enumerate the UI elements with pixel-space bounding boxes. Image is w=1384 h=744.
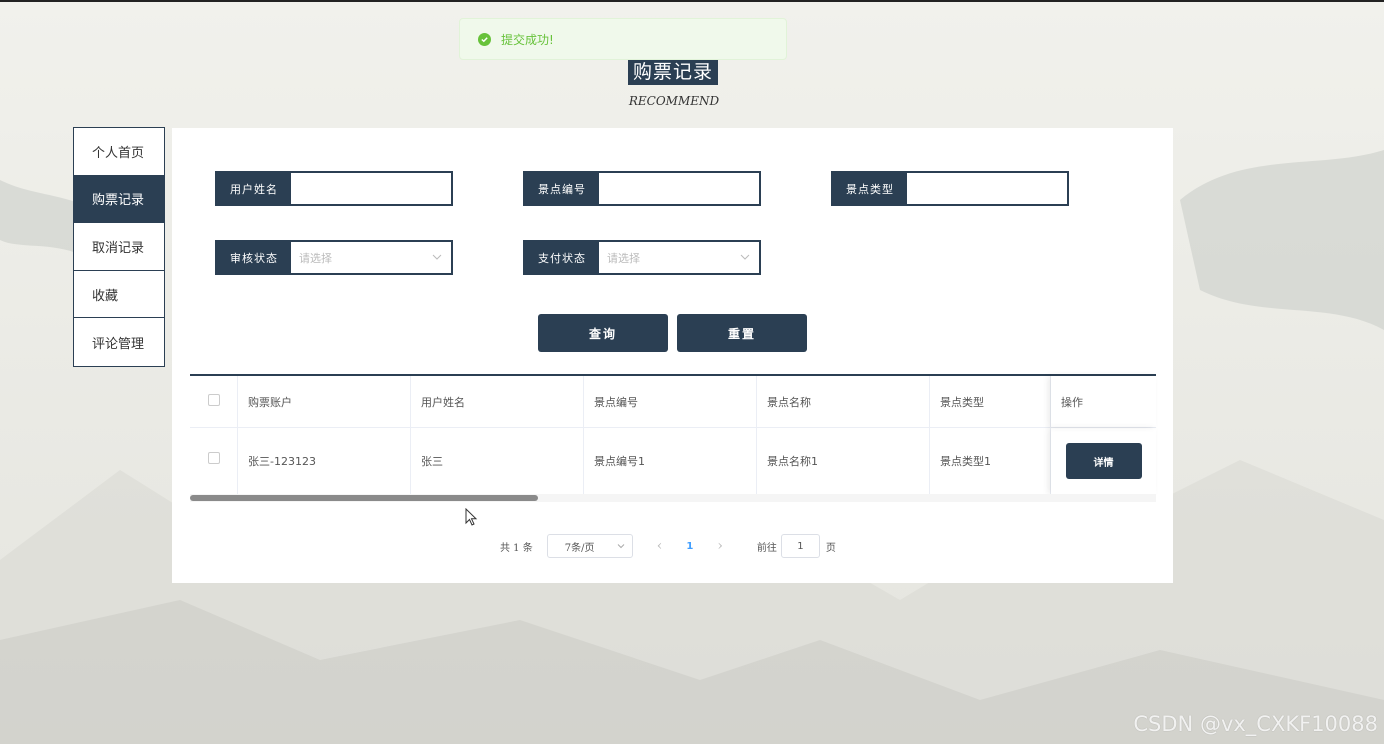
mouse-cursor-icon (465, 508, 478, 526)
table-header-row: 购票账户 用户姓名 景点编号 景点名称 景点类型 操作 (190, 376, 1156, 428)
reset-button[interactable]: 重置 (677, 314, 807, 352)
cell-account: 张三-123123 (238, 428, 411, 494)
page-subtitle: RECOMMEND (628, 94, 720, 108)
spot-number-label: 景点编号 (525, 173, 599, 204)
menu-item-cancel-records[interactable]: 取消记录 (74, 223, 164, 271)
review-status-select[interactable]: 请选择 (291, 242, 451, 273)
chevron-down-icon (432, 254, 442, 260)
row-select-cell (190, 428, 238, 494)
page-size-value: 7条/页 (564, 542, 595, 554)
table-horizontal-scrollbar[interactable] (190, 494, 1156, 502)
payment-status-select[interactable]: 请选择 (599, 242, 759, 273)
toast-message: 提交成功! (501, 32, 554, 47)
menu-item-home[interactable]: 个人首页 (74, 128, 164, 176)
page-number-current[interactable]: 1 (686, 541, 693, 552)
user-name-input[interactable] (291, 173, 451, 204)
header-spot-type: 景点类型 (930, 376, 1051, 427)
payment-status-label: 支付状态 (525, 242, 599, 273)
goto-page: 前往 1 页 (757, 534, 836, 558)
query-button[interactable]: 查询 (538, 314, 668, 352)
goto-label: 前往 (756, 542, 777, 554)
window-top-border (0, 0, 1384, 2)
chevron-down-icon (740, 254, 750, 260)
success-toast: 提交成功! (459, 18, 787, 60)
page-size-select[interactable]: 7条/页 (546, 534, 633, 558)
goto-page-input[interactable]: 1 (780, 534, 820, 558)
records-table: 购票账户 用户姓名 景点编号 景点名称 景点类型 操作 张三-123123 张三… (190, 374, 1156, 495)
cell-spot-name: 景点名称1 (757, 428, 930, 494)
chevron-down-icon (617, 544, 625, 549)
row-checkbox[interactable] (207, 452, 220, 464)
cell-spot-type: 景点类型1 (930, 428, 1051, 494)
table-row: 张三-123123 张三 景点编号1 景点名称1 景点类型1 详情 (190, 428, 1156, 495)
pagination: 共 1 条 7条/页 ‹ 1 › 前往 1 页 (500, 534, 836, 558)
select-all-checkbox[interactable] (207, 394, 220, 406)
spot-number-input[interactable] (599, 173, 759, 204)
header-spot-number: 景点编号 (584, 376, 757, 427)
menu-item-purchase-records[interactable]: 购票记录 (74, 175, 164, 224)
scrollbar-thumb[interactable] (190, 495, 538, 501)
spot-type-field: 景点类型 (831, 171, 1069, 206)
payment-status-field: 支付状态 请选择 (523, 240, 761, 275)
goto-suffix: 页 (825, 542, 836, 554)
main-card: 用户姓名 景点编号 景点类型 审核状态 请选择 支付状态 请选择 查询 重置 购… (172, 128, 1173, 583)
spot-number-field: 景点编号 (523, 171, 761, 206)
header-spot-name: 景点名称 (757, 376, 930, 427)
header-account: 购票账户 (238, 376, 411, 427)
prev-page-icon[interactable]: ‹ (657, 538, 663, 554)
user-name-label: 用户姓名 (217, 173, 291, 204)
menu-item-favorites[interactable]: 收藏 (74, 270, 164, 319)
header-user-name: 用户姓名 (411, 376, 584, 427)
cell-user-name: 张三 (411, 428, 584, 494)
cell-spot-number: 景点编号1 (584, 428, 757, 494)
check-circle-icon (478, 32, 491, 46)
user-name-field: 用户姓名 (215, 171, 453, 206)
next-page-icon[interactable]: › (717, 538, 723, 554)
review-status-label: 审核状态 (217, 242, 291, 273)
pagination-total: 共 1 条 (500, 542, 533, 554)
header-actions: 操作 (1051, 376, 1156, 427)
menu-item-comment-management[interactable]: 评论管理 (74, 318, 164, 366)
review-status-field: 审核状态 请选择 (215, 240, 453, 275)
review-status-placeholder: 请选择 (299, 251, 332, 265)
payment-status-placeholder: 请选择 (607, 251, 640, 265)
side-menu: 个人首页 购票记录 取消记录 收藏 评论管理 (73, 127, 165, 367)
spot-type-label: 景点类型 (833, 173, 907, 204)
spot-type-input[interactable] (907, 173, 1067, 204)
watermark: CSDN @vx_CXKF10088 (1133, 712, 1378, 736)
header-select-cell (190, 376, 238, 427)
detail-button[interactable]: 详情 (1065, 443, 1142, 479)
cell-actions: 详情 (1051, 428, 1156, 494)
